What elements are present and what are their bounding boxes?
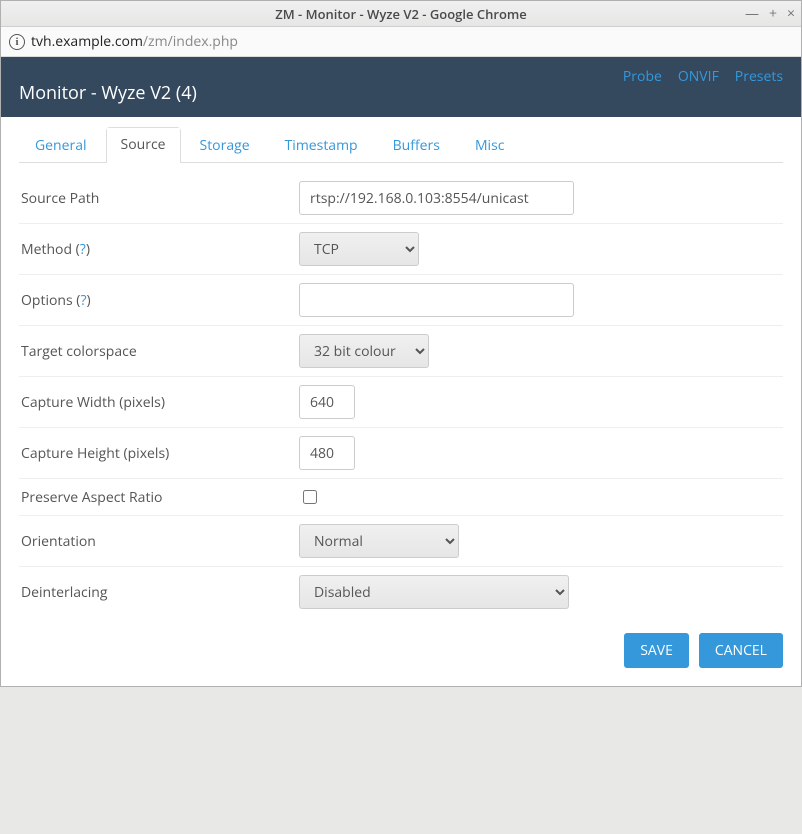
label-method: Method (?) [19,240,299,259]
tab-timestamp[interactable]: Timestamp [269,127,374,163]
presets-link[interactable]: Presets [735,67,783,86]
tab-buffers[interactable]: Buffers [377,127,456,163]
input-capture-width[interactable] [299,385,355,419]
tab-timestamp-label[interactable]: Timestamp [270,128,373,163]
footer-buttons: SAVE CANCEL [19,617,783,668]
row-deinterlacing: Deinterlacing Disabled [19,566,783,617]
label-source-path: Source Path [19,189,299,208]
tab-misc-label[interactable]: Misc [460,128,520,163]
input-options[interactable] [299,283,574,317]
tab-general-label[interactable]: General [20,128,102,163]
row-target-colorspace: Target colorspace 32 bit colour [19,325,783,376]
select-target-colorspace[interactable]: 32 bit colour [299,334,429,368]
select-method[interactable]: TCP [299,232,419,266]
window-titlebar: ZM - Monitor - Wyze V2 - Google Chrome —… [1,1,801,27]
input-capture-height[interactable] [299,436,355,470]
tab-general[interactable]: General [19,127,103,163]
label-capture-height: Capture Height (pixels) [19,444,299,463]
onvif-link[interactable]: ONVIF [678,67,719,86]
row-preserve-aspect: Preserve Aspect Ratio [19,478,783,515]
browser-window: ZM - Monitor - Wyze V2 - Google Chrome —… [0,0,802,687]
row-capture-height: Capture Height (pixels) [19,427,783,478]
save-button[interactable]: SAVE [624,633,689,668]
select-orientation[interactable]: Normal [299,524,459,558]
label-options: Options (?) [19,291,299,310]
label-deinterlacing: Deinterlacing [19,583,299,602]
tab-storage-label[interactable]: Storage [185,128,265,163]
tab-storage[interactable]: Storage [184,127,266,163]
label-method-text: Method [21,240,72,259]
window-buttons: — + × [745,1,795,27]
help-options-icon[interactable]: ? [80,291,86,310]
tab-source[interactable]: Source [106,127,181,163]
row-source-path: Source Path [19,173,783,223]
label-orientation: Orientation [19,532,299,551]
tabs: General Source Storage Timestamp Buffers… [19,127,783,163]
site-info-icon[interactable]: i [9,34,25,50]
input-source-path[interactable] [299,181,574,215]
tab-buffers-label[interactable]: Buffers [378,128,455,163]
address-bar[interactable]: i tvh.example.com/zm/index.php [1,27,801,57]
page-header: Probe ONVIF Presets Monitor - Wyze V2 (4… [1,57,801,117]
probe-link[interactable]: Probe [623,67,662,86]
checkbox-preserve-aspect[interactable] [303,490,317,504]
label-preserve-aspect: Preserve Aspect Ratio [19,488,299,507]
url-display: tvh.example.com/zm/index.php [31,32,238,51]
label-capture-width: Capture Width (pixels) [19,393,299,412]
select-deinterlacing[interactable]: Disabled [299,575,569,609]
cancel-button[interactable]: CANCEL [699,633,783,668]
minimize-icon[interactable]: — [745,7,759,21]
label-target-colorspace: Target colorspace [19,342,299,361]
row-capture-width: Capture Width (pixels) [19,376,783,427]
header-links: Probe ONVIF Presets [623,67,783,86]
maximize-icon[interactable]: + [769,7,777,21]
close-icon[interactable]: × [787,7,795,21]
help-method-icon[interactable]: ? [80,240,86,259]
content-area: General Source Storage Timestamp Buffers… [1,117,801,686]
url-host: tvh.example.com [31,32,143,51]
url-path: /zm/index.php [143,32,238,51]
tab-misc[interactable]: Misc [459,127,521,163]
row-options: Options (?) [19,274,783,325]
row-orientation: Orientation Normal [19,515,783,566]
tab-source-label: Source [107,128,180,161]
label-options-text: Options [21,291,73,310]
window-title: ZM - Monitor - Wyze V2 - Google Chrome [1,5,801,23]
row-method: Method (?) TCP [19,223,783,274]
